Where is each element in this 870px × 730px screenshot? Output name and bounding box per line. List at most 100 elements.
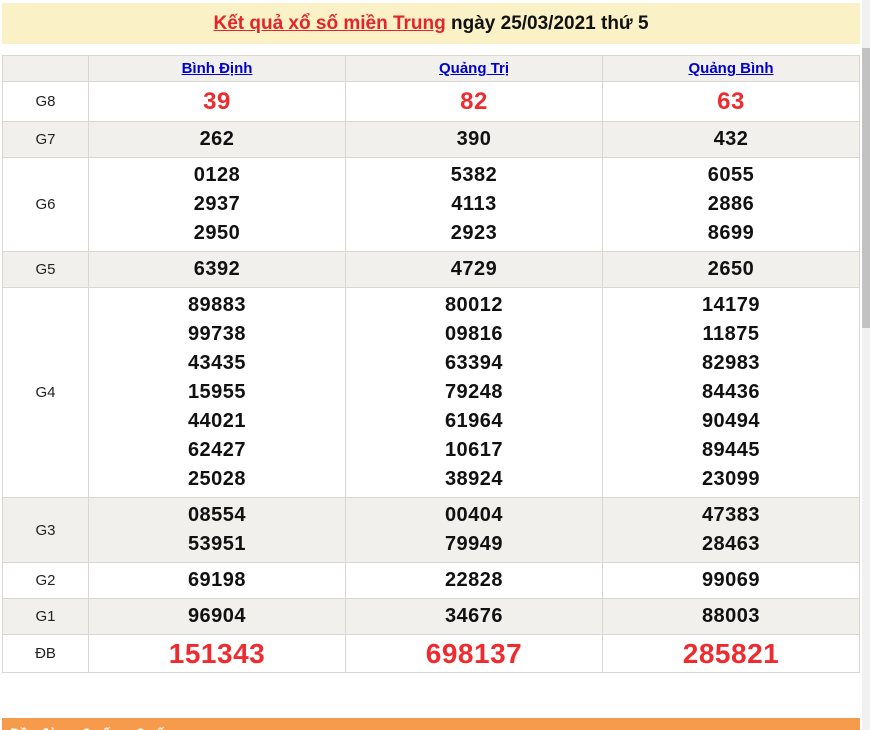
- prize-numbers-cell: 151343: [89, 635, 346, 673]
- prize-numbers-cell: 69198: [89, 563, 346, 599]
- prize-numbers-cell: 0040479949: [346, 498, 603, 563]
- lottery-results-page: Kết quả xổ số miền Trung ngày 25/03/2021…: [0, 0, 870, 730]
- prize-numbers-cell: 4729: [346, 252, 603, 288]
- prize-numbers-cell: 88003: [603, 599, 860, 635]
- prize-numbers-cell: 14179118758298384436904948944523099: [603, 288, 860, 498]
- footer-brand[interactable]: xoso.me: [795, 725, 852, 730]
- page-scrollbar[interactable]: [862, 0, 870, 730]
- prize-label: G4: [3, 288, 89, 498]
- prize-number: 698137: [346, 638, 602, 669]
- column-header-quang-binh: Quảng Bình: [603, 56, 860, 82]
- prize-number: 09816: [346, 320, 602, 349]
- prize-number: 2886: [603, 190, 859, 219]
- prize-number: 6055: [603, 161, 859, 190]
- prize-number: 285821: [603, 638, 859, 669]
- prize-number: 84436: [603, 378, 859, 407]
- prize-number: 14179: [603, 291, 859, 320]
- prize-numbers-cell: 82: [346, 82, 603, 122]
- prize-numbers-cell: 34676: [346, 599, 603, 635]
- prize-numbers-cell: 605528868699: [603, 158, 860, 252]
- prize-number: 22828: [346, 566, 602, 595]
- prize-number: 08554: [89, 501, 345, 530]
- prize-number: 96904: [89, 602, 345, 631]
- prize-label: G2: [3, 563, 89, 599]
- prize-row: ĐB151343698137285821: [3, 635, 860, 673]
- prize-number: 39: [89, 85, 345, 118]
- prize-label: G6: [3, 158, 89, 252]
- prize-number: 90494: [603, 407, 859, 436]
- prize-row: G1969043467688003: [3, 599, 860, 635]
- prize-number: 00404: [346, 501, 602, 530]
- prize-number: 151343: [89, 638, 345, 669]
- prize-numbers-cell: 96904: [89, 599, 346, 635]
- prize-numbers-cell: 262: [89, 122, 346, 158]
- province-link[interactable]: Quảng Bình: [689, 60, 774, 77]
- prize-number: 0128: [89, 161, 345, 190]
- title-link[interactable]: Kết quả xổ số miền Trung: [213, 13, 445, 35]
- prize-number: 5382: [346, 161, 602, 190]
- prize-number: 11875: [603, 320, 859, 349]
- prize-number: 43435: [89, 349, 345, 378]
- prize-numbers-cell: 89883997384343515955440216242725028: [89, 288, 346, 498]
- prize-number: 28463: [603, 530, 859, 559]
- prize-number: 38924: [346, 465, 602, 494]
- prize-number: 89883: [89, 291, 345, 320]
- prize-number: 432: [603, 125, 859, 154]
- prize-number: 25028: [89, 465, 345, 494]
- prize-numbers-cell: 39: [89, 82, 346, 122]
- footer-tab-full[interactable]: Đầy đủ: [10, 725, 57, 730]
- prize-numbers-cell: 6392: [89, 252, 346, 288]
- table-header-row: Bình Định Quảng Trị Quảng Bình: [3, 56, 860, 82]
- prize-number: 6392: [89, 255, 345, 284]
- prize-label: G1: [3, 599, 89, 635]
- province-link[interactable]: Bình Định: [182, 60, 253, 77]
- prize-numbers-cell: 22828: [346, 563, 603, 599]
- results-table: Bình Định Quảng Trị Quảng Bình G8398263G…: [2, 55, 860, 673]
- prize-number: 63394: [346, 349, 602, 378]
- prize-row: G8398263: [3, 82, 860, 122]
- prize-numbers-cell: 80012098166339479248619641061738924: [346, 288, 603, 498]
- prize-number: 2950: [89, 219, 345, 248]
- prize-number: 88003: [603, 602, 859, 631]
- prize-row: G2691982282899069: [3, 563, 860, 599]
- prize-numbers-cell: 432: [603, 122, 860, 158]
- prize-number: 2650: [603, 255, 859, 284]
- prize-number: 2937: [89, 190, 345, 219]
- prize-number: 53951: [89, 530, 345, 559]
- title-band: Kết quả xổ số miền Trung ngày 25/03/2021…: [2, 3, 860, 44]
- prize-numbers-cell: 0855453951: [89, 498, 346, 563]
- prize-number: 34676: [346, 602, 602, 631]
- results-body: G8398263G7262390432G60128293729505382411…: [3, 82, 860, 673]
- prize-number: 62427: [89, 436, 345, 465]
- prize-number: 47383: [603, 501, 859, 530]
- prize-label: G8: [3, 82, 89, 122]
- prize-number: 8699: [603, 219, 859, 248]
- prize-number: 80012: [346, 291, 602, 320]
- prize-label: ĐB: [3, 635, 89, 673]
- prize-number: 262: [89, 125, 345, 154]
- prize-number: 390: [346, 125, 602, 154]
- prize-number: 82983: [603, 349, 859, 378]
- prize-number: 15955: [89, 378, 345, 407]
- title-date-text: ngày 25/03/2021 thứ 5: [446, 13, 649, 35]
- prize-number: 23099: [603, 465, 859, 494]
- prize-number: 82: [346, 85, 602, 118]
- prize-number: 4113: [346, 190, 602, 219]
- prize-number: 79248: [346, 378, 602, 407]
- prize-row: G7262390432: [3, 122, 860, 158]
- footer-tab-2digits[interactable]: 2 số: [83, 725, 111, 730]
- corner-cell: [3, 56, 89, 82]
- prize-numbers-cell: 012829372950: [89, 158, 346, 252]
- footer-tab-3digits[interactable]: 3 số: [137, 725, 165, 730]
- prize-number: 79949: [346, 530, 602, 559]
- column-header-binh-dinh: Bình Định: [89, 56, 346, 82]
- footer-bar: Đầy đủ 2 số 3 số xoso.me: [2, 718, 860, 730]
- province-link[interactable]: Quảng Trị: [439, 60, 509, 77]
- prize-row: G489883997384343515955440216242725028800…: [3, 288, 860, 498]
- prize-number: 4729: [346, 255, 602, 284]
- scrollbar-thumb[interactable]: [862, 48, 870, 328]
- prize-number: 61964: [346, 407, 602, 436]
- prize-number: 69198: [89, 566, 345, 595]
- prize-number: 10617: [346, 436, 602, 465]
- prize-row: G5639247292650: [3, 252, 860, 288]
